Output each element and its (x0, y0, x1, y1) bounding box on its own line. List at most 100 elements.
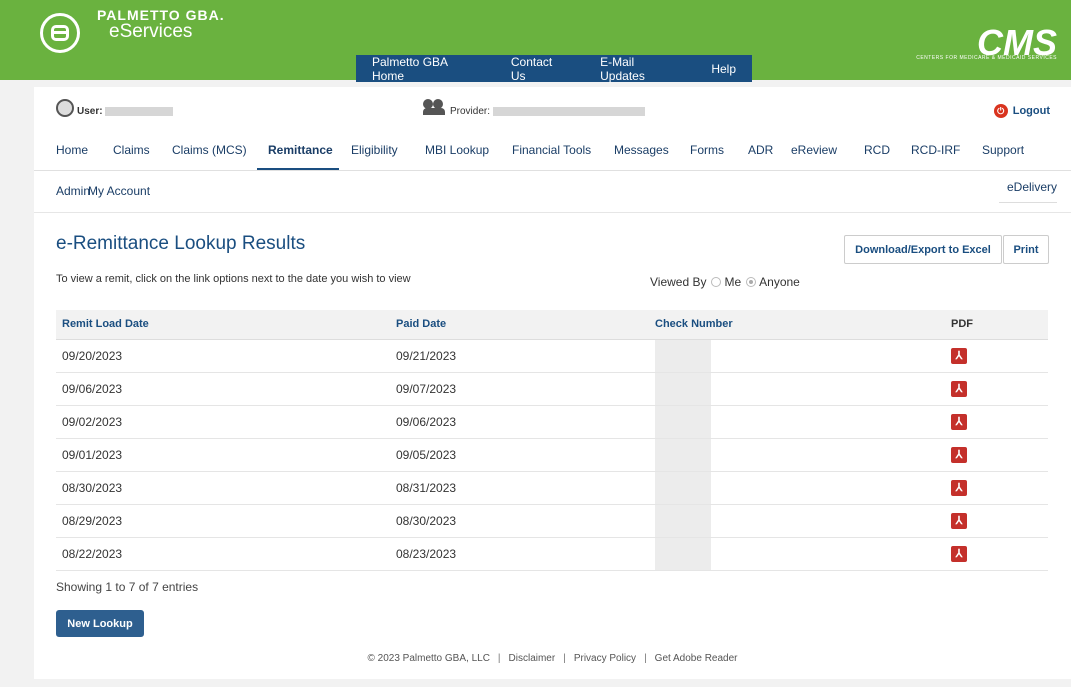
provider-label-text: Provider: (450, 106, 491, 117)
footer: © 2023 Palmetto GBA, LLC | Disclaimer | Priv… (34, 653, 1071, 664)
nav-edelivery[interactable]: eDelivery (998, 180, 1057, 203)
nav-messages[interactable]: Messages (614, 143, 669, 157)
provider-icon (423, 99, 447, 115)
topnav-email-updates[interactable]: E-Mail Updates (584, 55, 695, 83)
footer-copyright: © 2023 Palmetto GBA, LLC (367, 653, 490, 664)
pdf-cell: ⅄ (945, 372, 1048, 406)
new-lookup-button[interactable]: New Lookup (56, 610, 144, 637)
subnav-divider (34, 212, 1071, 213)
user-bar: User: Provider: ⏻ Logout (34, 87, 1071, 131)
check-number (649, 372, 945, 406)
radio-anyone-label: Anyone (759, 275, 800, 289)
nav-my-account[interactable]: My Account (88, 184, 150, 198)
nav-ereview[interactable]: eReview (791, 143, 837, 157)
col-pdf: PDF (945, 310, 1048, 340)
remit-load-date: 09/02/2023 (56, 405, 390, 439)
check-number (649, 405, 945, 439)
logout-button[interactable]: ⏻ Logout (993, 104, 1050, 118)
palmetto-logo-icon (40, 13, 80, 53)
footer-adobe-reader[interactable]: Get Adobe Reader (655, 653, 738, 664)
check-number (649, 537, 945, 571)
col-paid-date[interactable]: Paid Date (390, 310, 649, 340)
remit-load-date: 08/29/2023 (56, 504, 390, 538)
check-number (649, 438, 945, 472)
paid-date: 09/05/2023 (390, 438, 649, 472)
top-nav: Palmetto GBA Home Contact Us E-Mail Upda… (356, 55, 752, 83)
power-icon: ⏻ (993, 104, 1008, 118)
nav-support[interactable]: Support (982, 143, 1024, 157)
print-button[interactable]: Print (1003, 235, 1049, 264)
brand-name: eServices (109, 21, 193, 42)
topnav-help[interactable]: Help (695, 62, 752, 76)
pdf-icon[interactable]: ⅄ (951, 347, 967, 364)
table-row: 09/01/2023 09/05/2023 ⅄ (56, 438, 1048, 472)
nav-remittance[interactable]: Remittance (268, 143, 333, 157)
footer-disclaimer[interactable]: Disclaimer (509, 653, 556, 664)
redacted-check-number (655, 405, 711, 438)
nav-claims[interactable]: Claims (113, 143, 150, 157)
user-icon (56, 99, 74, 117)
topnav-contact[interactable]: Contact Us (495, 55, 584, 83)
provider-label: Provider: (450, 106, 645, 117)
redacted-check-number (655, 537, 711, 570)
nav-mbi-lookup[interactable]: MBI Lookup (425, 143, 489, 157)
pdf-icon[interactable]: ⅄ (951, 479, 967, 496)
nav-claims-mcs[interactable]: Claims (MCS) (172, 143, 247, 157)
col-remit-load-date[interactable]: Remit Load Date (56, 310, 390, 340)
nav-forms[interactable]: Forms (690, 143, 724, 157)
paid-date: 09/06/2023 (390, 405, 649, 439)
instructions-text: To view a remit, click on the link optio… (56, 273, 411, 285)
nav-rcd-irf[interactable]: RCD-IRF (911, 143, 960, 157)
remit-load-date: 08/22/2023 (56, 537, 390, 571)
pdf-icon[interactable]: ⅄ (951, 413, 967, 430)
radio-me[interactable] (711, 277, 722, 287)
redacted-check-number (655, 339, 711, 372)
pdf-cell: ⅄ (945, 537, 1048, 571)
nav-admin[interactable]: Admin (56, 184, 90, 198)
redacted-check-number (655, 471, 711, 504)
paid-date: 08/23/2023 (390, 537, 649, 571)
cms-subtitle: CENTERS FOR MEDICARE & MEDICAID SERVICES (916, 55, 1057, 61)
table-row: 08/30/2023 08/31/2023 ⅄ (56, 471, 1048, 505)
check-number (649, 471, 945, 505)
footer-privacy-policy[interactable]: Privacy Policy (574, 653, 636, 664)
nav-eligibility[interactable]: Eligibility (351, 143, 398, 157)
pdf-icon[interactable]: ⅄ (951, 512, 967, 529)
logout-label: Logout (1012, 105, 1050, 117)
pdf-cell: ⅄ (945, 471, 1048, 505)
redacted-user (105, 106, 174, 116)
table-row: 09/02/2023 09/06/2023 ⅄ (56, 405, 1048, 439)
radio-anyone[interactable] (746, 277, 757, 287)
pdf-icon[interactable]: ⅄ (951, 446, 967, 463)
paid-date: 09/07/2023 (390, 372, 649, 406)
check-number (649, 339, 945, 373)
nav-financial-tools[interactable]: Financial Tools (512, 143, 591, 157)
remit-load-date: 09/20/2023 (56, 339, 390, 373)
nav-home[interactable]: Home (56, 143, 88, 157)
pdf-icon[interactable]: ⅄ (951, 380, 967, 397)
remit-load-date: 09/06/2023 (56, 372, 390, 406)
footer-separator: | (563, 653, 566, 664)
col-check-number[interactable]: Check Number (649, 310, 945, 340)
table-row: 09/20/2023 09/21/2023 ⅄ (56, 339, 1048, 373)
nav-rcd[interactable]: RCD (864, 143, 890, 157)
table-row: 08/22/2023 08/23/2023 ⅄ (56, 537, 1048, 571)
pdf-cell: ⅄ (945, 405, 1048, 439)
redacted-check-number (655, 372, 711, 405)
check-number (649, 504, 945, 538)
user-label-text: User: (77, 106, 103, 117)
pdf-cell: ⅄ (945, 504, 1048, 538)
page-title: e-Remittance Lookup Results (56, 233, 306, 254)
paid-date: 08/30/2023 (390, 504, 649, 538)
radio-me-label: Me (724, 275, 742, 289)
redacted-check-number (655, 504, 711, 537)
pdf-icon[interactable]: ⅄ (951, 545, 967, 562)
nav-adr[interactable]: ADR (748, 143, 773, 157)
site-header: PALMETTO GBA. eServices CMS CENTERS FOR … (0, 0, 1071, 83)
topnav-home[interactable]: Palmetto GBA Home (356, 55, 495, 83)
table-header-row: Remit Load Date Paid Date Check Number P… (56, 310, 1048, 340)
main-panel: User: Provider: ⏻ Logout Home Claims Clai… (34, 87, 1071, 679)
paid-date: 08/31/2023 (390, 471, 649, 505)
export-excel-button[interactable]: Download/Export to Excel (844, 235, 1002, 264)
paid-date: 09/21/2023 (390, 339, 649, 373)
